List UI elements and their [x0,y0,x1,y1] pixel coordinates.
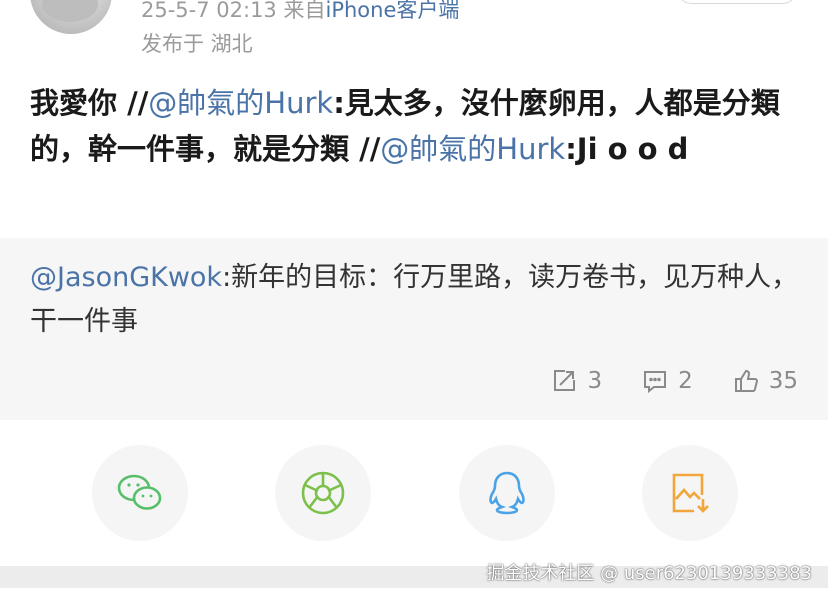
repost-icon [554,370,576,391]
share-qq-button[interactable] [459,445,555,541]
avatar[interactable] [30,0,112,34]
qq-icon [489,471,525,515]
mention-link[interactable]: @帥氣的Hurk [380,132,565,166]
location: 发布于 湖北 [141,32,253,56]
save-image-button[interactable] [642,445,738,541]
timestamp: 25-5-7 02:13 [141,0,277,22]
comment-icon [644,371,667,394]
repost-count: 3 [587,368,603,394]
watermark: 掘金技术社区 @ user6230139333383 [486,563,812,584]
post-text-part: 我愛你 // [30,86,149,120]
post-text: 我愛你 //@帥氣的Hurk:見太多，沒什麼卵用，人都是分類的，幹一件事，就是分… [30,80,810,172]
follow-button-edge[interactable] [676,0,798,4]
comment-button[interactable]: 2 [642,368,693,394]
like-button[interactable]: 35 [733,368,798,394]
action-bar: 3 2 35 [551,368,798,394]
repost-button[interactable]: 3 [551,368,602,394]
thumbs-up-icon [734,369,758,392]
moments-icon [301,471,345,515]
wechat-icon [117,474,162,510]
source-link[interactable]: iPhone客户端 [325,0,459,22]
share-row [0,445,828,545]
share-moments-button[interactable] [275,445,371,541]
comment-count: 2 [678,368,693,394]
share-wechat-button[interactable] [92,445,188,541]
mention-link[interactable]: @帥氣的Hurk [148,86,333,120]
repost-author-link[interactable]: @JasonGKwok [30,262,222,293]
source-prefix: 来自 [283,0,326,22]
post-meta: 25-5-7 02:13 来自iPhone客户端 [141,0,459,24]
post-text-part: :Ji o o d [565,132,689,166]
save-image-icon [672,473,709,513]
repost-card[interactable]: @JasonGKwok:新年的目标：行万里路，读万卷书，见万种人，干一件事 3 … [0,238,828,420]
repost-text: @JasonGKwok:新年的目标：行万里路，读万卷书，见万种人，干一件事 [30,256,810,344]
like-count: 35 [768,368,798,394]
